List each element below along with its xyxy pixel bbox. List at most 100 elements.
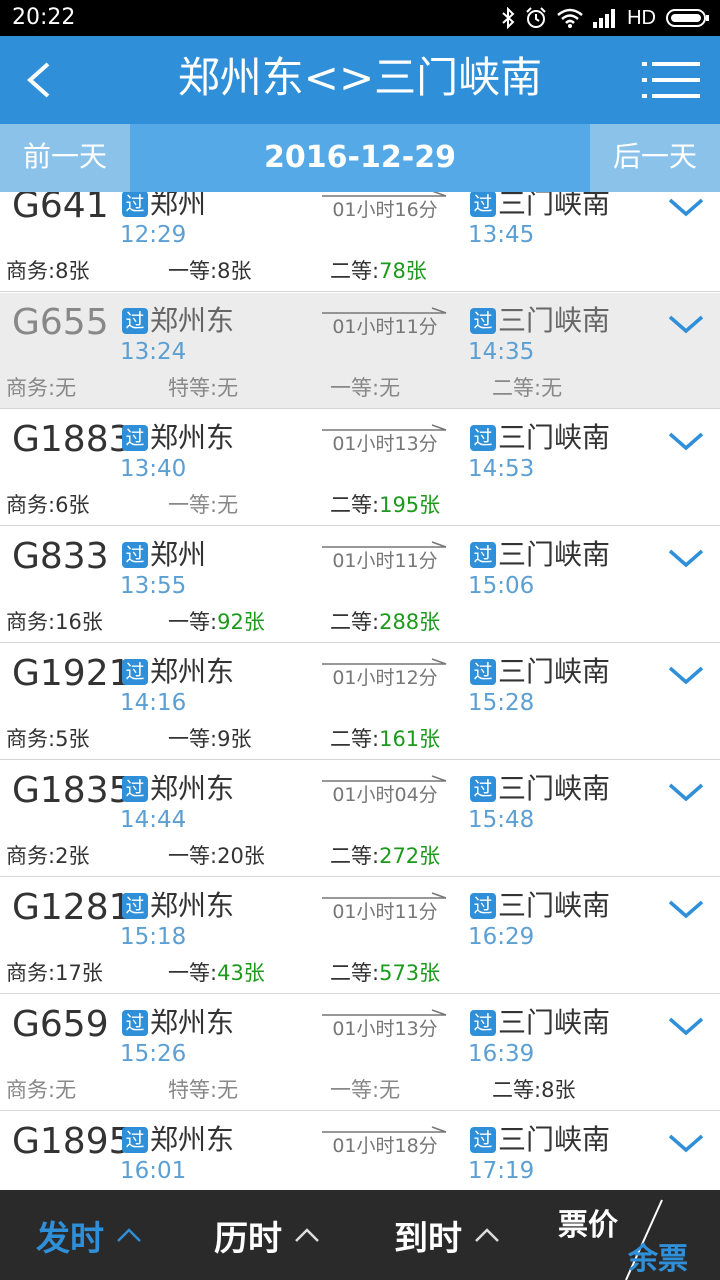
sort-depart-button[interactable]: 发时: [36, 1208, 142, 1262]
duration-text: 01小时13分: [332, 1018, 438, 1040]
seat-class-label: 二等:: [492, 1078, 542, 1102]
seat-class-label: 二等:: [330, 610, 380, 634]
pass-through-tag: 过: [122, 659, 148, 685]
sort-depart-label: 发时: [36, 1218, 104, 1259]
chevron-down-icon[interactable]: [664, 660, 708, 690]
train-row[interactable]: G641 过郑州 12:29 01小时16分过三门峡南 13:45 商务:8张 一等:8张二…: [0, 192, 720, 292]
arrival-station: 三门峡南: [498, 1123, 611, 1156]
arrival-station: 三门峡南: [498, 304, 611, 337]
departure-station: 郑州东: [150, 772, 235, 805]
next-day-button[interactable]: 后一天: [590, 124, 720, 192]
duration-text: 01小时18分: [332, 1135, 438, 1157]
hd-indicator: HD: [627, 7, 656, 29]
seat-count: 288张: [379, 610, 441, 634]
seat-class-label: 商务:: [6, 610, 56, 634]
seat-count: 6张: [55, 493, 90, 517]
departure-station: 郑州东: [150, 304, 235, 337]
prev-day-button[interactable]: 前一天: [0, 124, 130, 192]
current-date[interactable]: 2016-12-29: [130, 124, 590, 192]
seat-availability: 二等:272张: [330, 841, 440, 871]
seat-class-label: 一等:: [168, 259, 218, 283]
seat-class-label: 特等:: [168, 1078, 218, 1102]
price-remain-toggle[interactable]: 票价 余票: [540, 1190, 720, 1280]
seat-class-label: 一等:: [168, 844, 218, 868]
chevron-down-icon[interactable]: [664, 426, 708, 456]
train-row[interactable]: G833 过郑州 13:55 01小时11分过三门峡南 15:06 商务:16张 一等:92…: [0, 527, 720, 643]
duration: 01小时13分: [320, 1003, 450, 1043]
seat-class-label: 一等:: [330, 1078, 380, 1102]
remain-label: 余票: [628, 1242, 688, 1277]
chevron-up-icon: [475, 1228, 499, 1242]
arrival-time: 17:19: [468, 1158, 535, 1184]
seat-availability: 一等:8张: [168, 256, 251, 286]
seat-availability: 商务:6张: [6, 490, 89, 520]
seat-count: 195张: [379, 493, 441, 517]
pass-through-tag: 过: [122, 1010, 148, 1036]
pass-through-tag: 过: [470, 542, 496, 568]
chevron-down-icon[interactable]: [664, 894, 708, 924]
seat-count: 161张: [379, 727, 441, 751]
train-list[interactable]: G641 过郑州 12:29 01小时16分过三门峡南 13:45 商务:8张 一等:8张二…: [0, 192, 720, 1190]
train-row[interactable]: G1921 过郑州东 14:16 01小时12分过三门峡南 15:28 商务:5张 一等:9…: [0, 644, 720, 760]
seat-count: 9张: [217, 727, 252, 751]
seat-availability: 二等:8张: [492, 1075, 575, 1105]
arrival-time: 15:06: [468, 573, 535, 599]
train-number: G1921: [12, 653, 132, 694]
train-number: G1895: [12, 1121, 132, 1162]
train-row[interactable]: G1883 过郑州东 13:40 01小时13分过三门峡南 14:53 商务:6张 一等:无…: [0, 410, 720, 526]
train-number: G1281: [12, 887, 132, 928]
departure-time: 15:26: [120, 1041, 187, 1067]
train-row[interactable]: G1895 过郑州东 16:01 01小时18分过三门峡南 17:19: [0, 1112, 720, 1190]
seat-availability: 二等:161张: [330, 724, 440, 754]
pass-through-tag: 过: [470, 659, 496, 685]
train-row[interactable]: G1835 过郑州东 14:44 01小时04分过三门峡南 15:48 商务:2张 一等:2…: [0, 761, 720, 877]
chevron-down-icon[interactable]: [664, 1011, 708, 1041]
seat-count: 无: [55, 1078, 77, 1102]
duration: 01小时13分: [320, 418, 450, 458]
pass-through-tag: 过: [122, 425, 148, 451]
arrival-time: 13:45: [468, 222, 535, 248]
departure-time: 16:01: [120, 1158, 187, 1184]
duration-text: 01小时11分: [332, 550, 438, 572]
train-number: G833: [12, 536, 109, 577]
departure-time: 14:16: [120, 690, 187, 716]
chevron-down-icon[interactable]: [664, 1128, 708, 1158]
seat-class-label: 一等:: [168, 493, 218, 517]
seat-class-label: 商务:: [6, 961, 56, 985]
sort-duration-button[interactable]: 历时: [214, 1208, 320, 1262]
seat-availability: 二等:195张: [330, 490, 440, 520]
departure-time: 13:55: [120, 573, 187, 599]
arrival-time: 16:39: [468, 1041, 535, 1067]
departure-station: 郑州东: [150, 1123, 235, 1156]
seat-class-label: 商务:: [6, 493, 56, 517]
chevron-up-icon: [295, 1228, 319, 1242]
seat-class-label: 二等:: [492, 376, 542, 400]
train-row[interactable]: G659 过郑州东 15:26 01小时13分过三门峡南 16:39 商务:无 特等:无 一等…: [0, 995, 720, 1111]
chevron-down-icon[interactable]: [664, 192, 708, 222]
chevron-down-icon[interactable]: [664, 309, 708, 339]
duration-text: 01小时13分: [332, 433, 438, 455]
duration: 01小时12分: [320, 652, 450, 692]
train-number: G1835: [12, 770, 132, 811]
seat-availability: 一等:92张: [168, 607, 265, 637]
seat-count: 2张: [55, 844, 90, 868]
menu-icon[interactable]: [642, 58, 702, 102]
seat-count: 20张: [217, 844, 265, 868]
seat-class-label: 一等:: [168, 610, 218, 634]
train-row[interactable]: G1281 过郑州东 15:18 01小时11分过三门峡南 16:29 商务:17张 一等:…: [0, 878, 720, 994]
departure-time: 15:18: [120, 924, 187, 950]
seat-availability: 一等:无: [330, 373, 400, 403]
chevron-down-icon[interactable]: [664, 777, 708, 807]
train-row[interactable]: G655 过郑州东 13:24 01小时11分过三门峡南 14:35 商务:无 特等:无 一等…: [0, 293, 720, 409]
sort-arrive-button[interactable]: 到时: [394, 1208, 500, 1262]
alarm-icon: [526, 7, 546, 28]
pass-through-tag: 过: [470, 308, 496, 334]
duration-text: 01小时11分: [332, 316, 438, 338]
chevron-down-icon[interactable]: [664, 543, 708, 573]
departure-time: 12:29: [120, 222, 187, 248]
seat-class-label: 商务:: [6, 259, 56, 283]
back-arrow-icon[interactable]: [18, 56, 62, 104]
page-title: 郑州东<>三门峡南: [177, 53, 543, 102]
seat-class-label: 二等:: [330, 961, 380, 985]
sort-duration-label: 历时: [214, 1218, 282, 1259]
